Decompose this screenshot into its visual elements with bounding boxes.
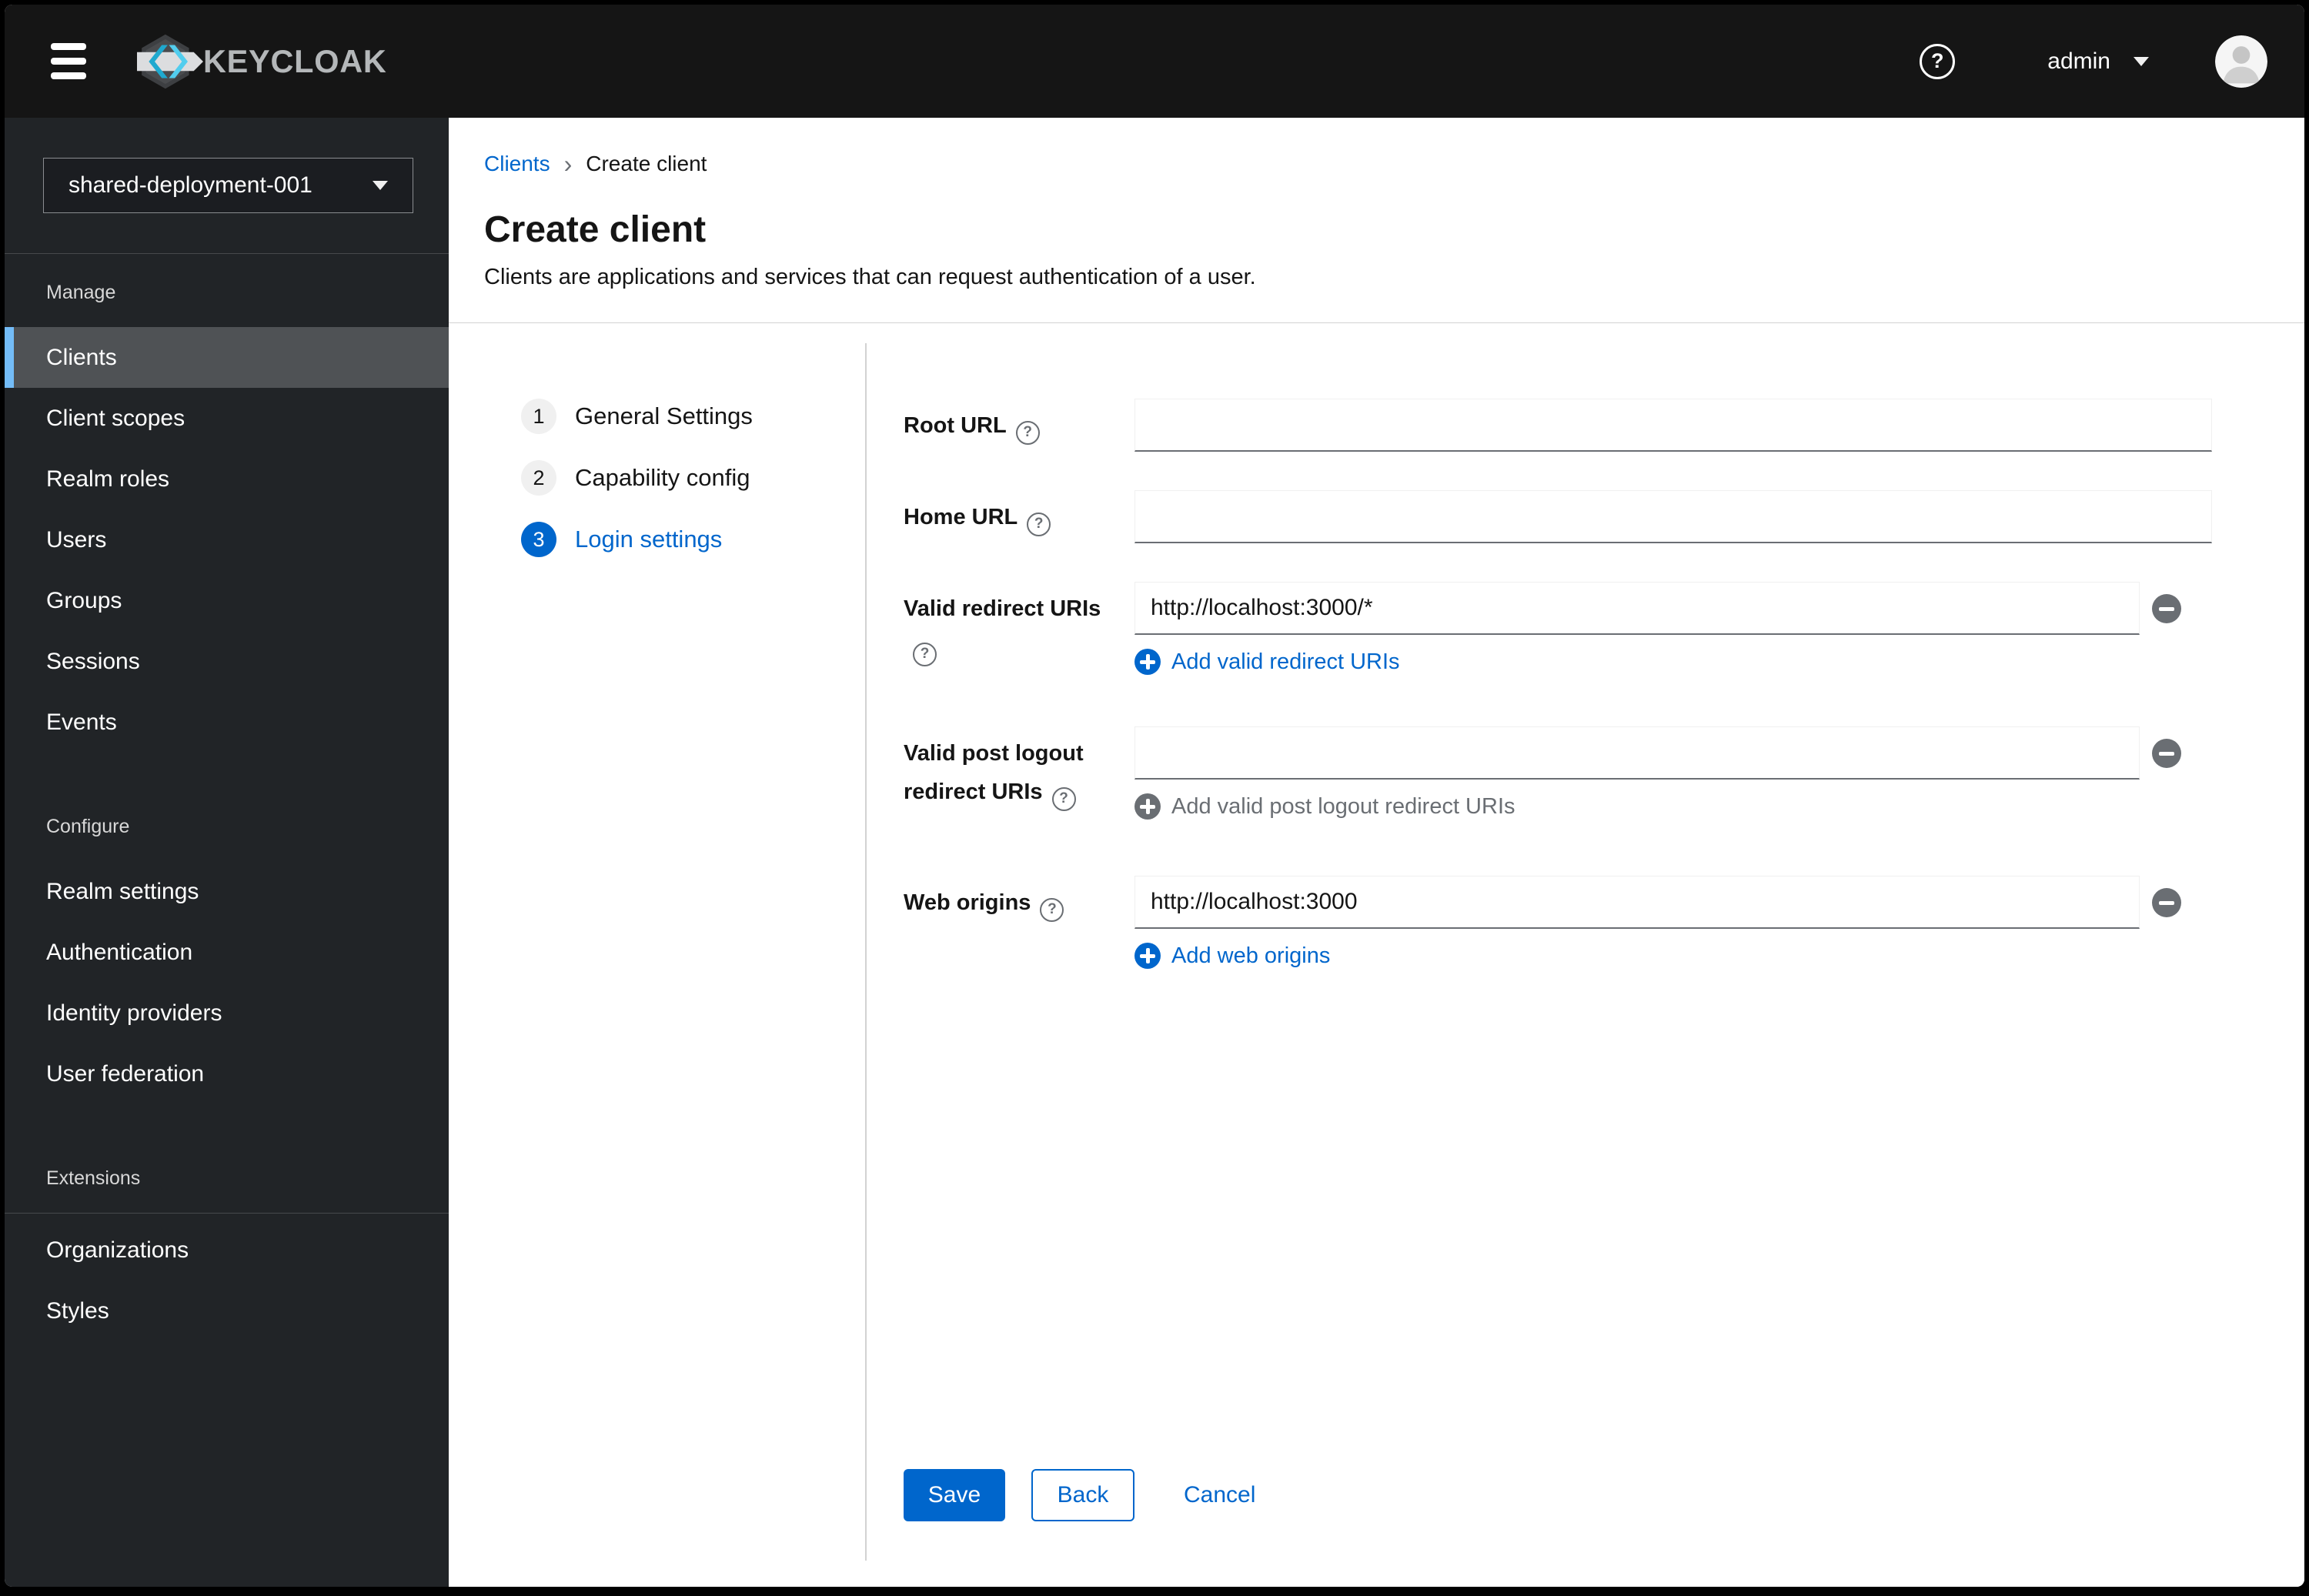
web-origins-label: Web origins	[904, 890, 1031, 915]
web-origins-row: Web origins? Add web origins	[904, 876, 2258, 973]
sidebar-item-realm-settings[interactable]: Realm settings	[5, 861, 449, 922]
sidebar-item-organizations[interactable]: Organizations	[5, 1220, 449, 1280]
hamburger-icon	[51, 43, 86, 50]
help-icon[interactable]: ?	[1920, 43, 1956, 79]
question-circle-icon[interactable]: ?	[1015, 420, 1040, 445]
step-number: 3	[521, 522, 556, 557]
root-url-input[interactable]	[1134, 399, 2212, 452]
sidebar-item-sessions[interactable]: Sessions	[5, 631, 449, 692]
nav-section-extensions: Extensions	[46, 1167, 141, 1189]
wizard-step-capability-config[interactable]: 2 Capability config	[521, 460, 865, 496]
login-settings-form: Root URL? Home URL? Valid redirect URIs?…	[865, 323, 2304, 1587]
sidebar-item-authentication[interactable]: Authentication	[5, 922, 449, 983]
screenshot-frame: KEYCLOAK ? admin shared-deployment-001 M…	[0, 0, 2309, 1596]
realm-selector[interactable]: shared-deployment-001	[43, 158, 413, 213]
home-url-input[interactable]	[1134, 490, 2212, 543]
save-button[interactable]: Save	[904, 1469, 1005, 1521]
sidebar-item-user-federation[interactable]: User federation	[5, 1043, 449, 1104]
home-url-row: Home URL?	[904, 490, 2258, 543]
add-web-origins-button[interactable]: Add web origins	[1134, 943, 1330, 969]
sidebar-item-identity-providers[interactable]: Identity providers	[5, 983, 449, 1043]
back-button[interactable]: Back	[1031, 1469, 1134, 1521]
sidebar-item-users[interactable]: Users	[5, 509, 449, 570]
chevron-down-icon	[2134, 56, 2149, 66]
question-circle-icon[interactable]: ?	[1040, 897, 1064, 922]
plus-circle-icon	[1134, 793, 1161, 820]
valid-redirect-uris-label: Valid redirect URIs	[904, 596, 1101, 621]
minus-circle-icon[interactable]	[2152, 887, 2181, 917]
page-subtitle: Clients are applications and services th…	[484, 265, 1256, 289]
breadcrumb-clients-link[interactable]: Clients	[484, 152, 550, 176]
step-number: 2	[521, 460, 556, 496]
valid-redirect-uris-row: Valid redirect URIs? Add valid redirect …	[904, 582, 2258, 679]
breadcrumb-current: Create client	[586, 152, 707, 175]
sidebar-item-events[interactable]: Events	[5, 692, 449, 753]
chevron-down-icon	[373, 181, 388, 190]
step-number: 1	[521, 399, 556, 434]
root-url-label: Root URL	[904, 413, 1007, 438]
plus-circle-icon	[1134, 943, 1161, 969]
add-valid-post-logout-redirect-uris-button[interactable]: Add valid post logout redirect URIs	[1134, 793, 1515, 820]
main-content: Clients › Create client Create client Cl…	[449, 118, 2304, 1587]
sidebar: shared-deployment-001 Manage Clients Cli…	[5, 118, 449, 1587]
question-circle-icon[interactable]: ?	[1027, 512, 1051, 536]
question-circle-icon[interactable]: ?	[1051, 786, 1076, 811]
plus-circle-icon	[1134, 649, 1161, 675]
minus-circle-icon[interactable]	[2152, 593, 2181, 623]
breadcrumb: Clients › Create client	[484, 152, 2258, 176]
avatar[interactable]	[2215, 35, 2267, 88]
home-url-label: Home URL	[904, 505, 1018, 529]
sidebar-item-clients[interactable]: Clients	[5, 327, 449, 388]
page-title: Create client	[484, 209, 707, 250]
nav-section-manage: Manage	[46, 282, 116, 303]
form-actions: Save Back Cancel	[904, 1469, 2258, 1521]
user-menu-dropdown[interactable]: admin	[2047, 48, 2149, 75]
sidebar-item-client-scopes[interactable]: Client scopes	[5, 388, 449, 449]
wizard-step-general-settings[interactable]: 1 General Settings	[521, 399, 865, 434]
wizard-form-divider	[865, 343, 867, 1561]
nav-section-configure: Configure	[46, 816, 130, 837]
nav-toggle-button[interactable]	[46, 38, 91, 84]
page-header: Clients › Create client Create client Cl…	[449, 118, 2304, 323]
sidebar-divider	[5, 1213, 449, 1214]
realm-name: shared-deployment-001	[69, 172, 312, 198]
root-url-row: Root URL?	[904, 399, 2258, 452]
brand-text: KEYCLOAK	[203, 42, 387, 78]
sidebar-divider	[5, 253, 449, 254]
valid-post-logout-redirect-uri-input[interactable]	[1134, 726, 2140, 780]
keycloak-admin-console: KEYCLOAK ? admin shared-deployment-001 M…	[5, 5, 2304, 1587]
valid-redirect-uri-input[interactable]	[1134, 582, 2140, 635]
question-circle-icon[interactable]: ?	[913, 642, 937, 666]
sidebar-item-realm-roles[interactable]: Realm roles	[5, 449, 449, 509]
wizard-nav: 1 General Settings 2 Capability config 3…	[449, 323, 865, 1587]
sidebar-item-groups[interactable]: Groups	[5, 570, 449, 631]
web-origins-input[interactable]	[1134, 876, 2140, 929]
add-valid-redirect-uris-button[interactable]: Add valid redirect URIs	[1134, 649, 1400, 675]
username: admin	[2047, 48, 2110, 74]
cancel-button[interactable]: Cancel	[1184, 1482, 1255, 1508]
sidebar-item-styles[interactable]: Styles	[5, 1280, 449, 1341]
chevron-right-icon: ›	[563, 150, 573, 178]
valid-post-logout-redirect-uris-row: Valid post logout redirect URIs? Add val…	[904, 726, 2258, 823]
wizard-step-login-settings[interactable]: 3 Login settings	[521, 522, 865, 557]
keycloak-logo: KEYCLOAK	[137, 32, 391, 91]
minus-circle-icon[interactable]	[2152, 738, 2181, 768]
masthead: KEYCLOAK ? admin	[5, 5, 2304, 118]
